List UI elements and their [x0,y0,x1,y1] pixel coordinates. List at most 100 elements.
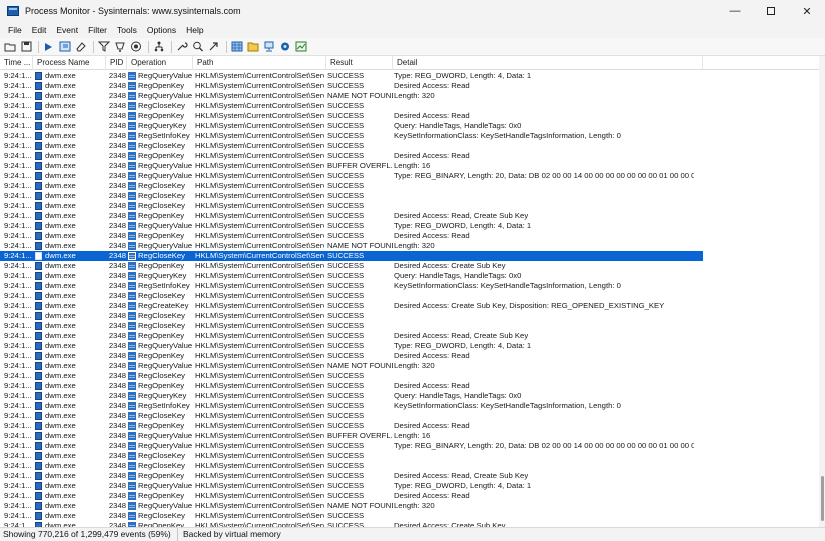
properties-icon[interactable] [175,40,189,54]
open-icon[interactable] [3,40,17,54]
cell-time: 9:24:1... [4,431,32,440]
table-row[interactable]: 9:24:1... dwm.exe 2348 RegCloseKey HKLM\Syst… [0,191,825,201]
cell-process-name: dwm.exe [45,331,76,340]
table-row[interactable]: 9:24:1... dwm.exe 2348 RegCloseKey HKLM\Syst… [0,201,825,211]
save-icon[interactable] [19,40,33,54]
table-row[interactable]: 9:24:1... dwm.exe 2348 RegCloseKey HKLM\Syst… [0,311,825,321]
profiling-icon[interactable] [294,40,308,54]
cell-process-name: dwm.exe [45,311,76,320]
table-row[interactable]: 9:24:1... dwm.exe 2348 RegSetInfoKey HKLM\Sy… [0,281,825,291]
table-row[interactable]: 9:24:1... dwm.exe 2348 RegQueryValue HKLM\Sy… [0,501,825,511]
table-row[interactable]: 9:24:1... dwm.exe 2348 RegSetInfoKey HKLM\Sy… [0,131,825,141]
table-row[interactable]: 9:24:1... dwm.exe 2348 RegQueryValue HKLM\Sy… [0,71,825,81]
table-row[interactable]: 9:24:1... dwm.exe 2348 RegOpenKey HKLM\Syste… [0,231,825,241]
registry-icon[interactable] [230,40,244,54]
table-row[interactable]: 9:24:1... dwm.exe 2348 RegCloseKey HKLM\Syst… [0,181,825,191]
column-result[interactable]: Result [326,56,393,70]
table-row[interactable]: 9:24:1... dwm.exe 2348 RegQueryValue HKLM\Sy… [0,361,825,371]
table-row[interactable]: 9:24:1... dwm.exe 2348 RegCloseKey HKLM\Syst… [0,291,825,301]
table-row[interactable]: 9:24:1... dwm.exe 2348 RegQueryValue HKLM\Sy… [0,441,825,451]
cell-operation-name: RegOpenKey [138,151,185,160]
table-row[interactable]: 9:24:1... dwm.exe 2348 RegOpenKey HKLM\Syste… [0,111,825,121]
menu-edit[interactable]: Edit [27,25,52,35]
network-icon[interactable] [262,40,276,54]
cell-operation: RegCloseKey [128,141,192,151]
table-row[interactable]: 9:24:1... dwm.exe 2348 RegOpenKey HKLM\Syste… [0,261,825,271]
menu-tools[interactable]: Tools [112,25,142,35]
table-row[interactable]: 9:24:1... dwm.exe 2348 RegQueryValue HKLM\Sy… [0,171,825,181]
table-row[interactable]: 9:24:1... dwm.exe 2348 RegQueryValue HKLM\Sy… [0,481,825,491]
table-row[interactable]: 9:24:1... dwm.exe 2348 RegOpenKey HKLM\Syste… [0,331,825,341]
cell-process: dwm.exe [35,91,107,101]
table-row[interactable]: 9:24:1... dwm.exe 2348 RegCreateKey HKLM\Sys… [0,301,825,311]
table-row[interactable]: 9:24:1... dwm.exe 2348 RegQueryValue HKLM\Sy… [0,431,825,441]
minimize-button[interactable]: — [717,0,753,22]
cell-pid: 2348 [108,321,126,330]
include-process-icon[interactable] [129,40,143,54]
table-row[interactable]: 9:24:1... dwm.exe 2348 RegCloseKey HKLM\Syst… [0,511,825,521]
highlight-icon[interactable] [113,40,127,54]
close-button[interactable]: ✕ [789,0,825,22]
tree-icon[interactable] [152,40,166,54]
process-thread-icon[interactable] [278,40,292,54]
table-row[interactable]: 9:24:1... dwm.exe 2348 RegQueryValue HKLM\Sy… [0,241,825,251]
table-row[interactable]: 9:24:1... dwm.exe 2348 RegSetInfoKey HKLM\Sy… [0,401,825,411]
table-row[interactable]: 9:24:1... dwm.exe 2348 RegQueryKey HKLM\Syst… [0,121,825,131]
cell-detail [394,201,694,211]
column-process-name[interactable]: Process Name [33,56,106,70]
menu-options[interactable]: Options [142,25,181,35]
table-row[interactable]: 9:24:1... dwm.exe 2348 RegCloseKey HKLM\Syst… [0,411,825,421]
filter-icon[interactable] [97,40,111,54]
table-row[interactable]: 9:24:1... dwm.exe 2348 RegQueryValue HKLM\Sy… [0,221,825,231]
table-row[interactable]: 9:24:1... dwm.exe 2348 RegOpenKey HKLM\Syste… [0,81,825,91]
menu-help[interactable]: Help [181,25,208,35]
table-row[interactable]: 9:24:1... dwm.exe 2348 RegQueryValue HKLM\Sy… [0,91,825,101]
cell-process: dwm.exe [35,231,107,241]
column-time[interactable]: Time ... [0,56,33,70]
table-row[interactable]: 9:24:1... dwm.exe 2348 RegCloseKey HKLM\Syst… [0,101,825,111]
table-row[interactable]: 9:24:1... dwm.exe 2348 RegCloseKey HKLM\Syst… [0,251,703,261]
menu-filter[interactable]: Filter [83,25,112,35]
column-operation[interactable]: Operation [127,56,193,70]
table-row[interactable]: 9:24:1... dwm.exe 2348 RegOpenKey HKLM\Syste… [0,491,825,501]
table-row[interactable]: 9:24:1... dwm.exe 2348 RegOpenKey HKLM\Syste… [0,471,825,481]
table-row[interactable]: 9:24:1... dwm.exe 2348 RegOpenKey HKLM\Syste… [0,211,825,221]
vertical-scrollbar[interactable] [819,56,825,527]
cell-process-name: dwm.exe [45,341,76,350]
menu-event[interactable]: Event [51,25,83,35]
column-pid[interactable]: PID [106,56,127,70]
table-row[interactable]: 9:24:1... dwm.exe 2348 RegCloseKey HKLM\Syst… [0,451,825,461]
table-row[interactable]: 9:24:1... dwm.exe 2348 RegQueryKey HKLM\Syst… [0,271,825,281]
table-row[interactable]: 9:24:1... dwm.exe 2348 RegOpenKey HKLM\Syste… [0,151,825,161]
process-icon [35,302,42,310]
table-row[interactable]: 9:24:1... dwm.exe 2348 RegCloseKey HKLM\Syst… [0,141,825,151]
clear-icon[interactable] [74,40,88,54]
find-icon[interactable] [191,40,205,54]
cell-operation: RegOpenKey [128,151,192,161]
column-path[interactable]: Path [193,56,326,70]
autoscroll-icon[interactable] [58,40,72,54]
table-row[interactable]: 9:24:1... dwm.exe 2348 RegOpenKey HKLM\Syste… [0,381,825,391]
table-row[interactable]: 9:24:1... dwm.exe 2348 RegOpenKey HKLM\Syste… [0,351,825,361]
event-list[interactable]: Time ... Process Name PID Operation Path… [0,56,825,527]
maximize-button[interactable] [753,0,789,22]
filesystem-icon[interactable] [246,40,260,54]
menu-file[interactable]: File [3,25,27,35]
column-detail[interactable]: Detail [393,56,703,70]
table-row[interactable]: 9:24:1... dwm.exe 2348 RegOpenKey HKLM\Syste… [0,421,825,431]
scrollbar-thumb[interactable] [821,476,824,521]
table-row[interactable]: 9:24:1... dwm.exe 2348 RegQueryKey HKLM\Syst… [0,391,825,401]
cell-result: SUCCESS [327,181,365,190]
table-row[interactable]: 9:24:1... dwm.exe 2348 RegQueryValue HKLM\Sy… [0,161,825,171]
process-icon [35,242,42,250]
table-row[interactable]: 9:24:1... dwm.exe 2348 RegQueryValue HKLM\Sy… [0,341,825,351]
table-row[interactable]: 9:24:1... dwm.exe 2348 RegCloseKey HKLM\Syst… [0,371,825,381]
process-icon [35,162,42,170]
table-row[interactable]: 9:24:1... dwm.exe 2348 RegCloseKey HKLM\Syst… [0,461,825,471]
cell-path: HKLM\System\CurrentControlSet\Servi... [195,331,324,340]
jump-icon[interactable] [207,40,221,54]
capture-icon[interactable] [42,40,56,54]
cell-path: HKLM\System\CurrentControlSet\Servi... [195,161,324,170]
cell-detail: Desired Access: Read [394,421,470,430]
table-row[interactable]: 9:24:1... dwm.exe 2348 RegCloseKey HKLM\Syst… [0,321,825,331]
